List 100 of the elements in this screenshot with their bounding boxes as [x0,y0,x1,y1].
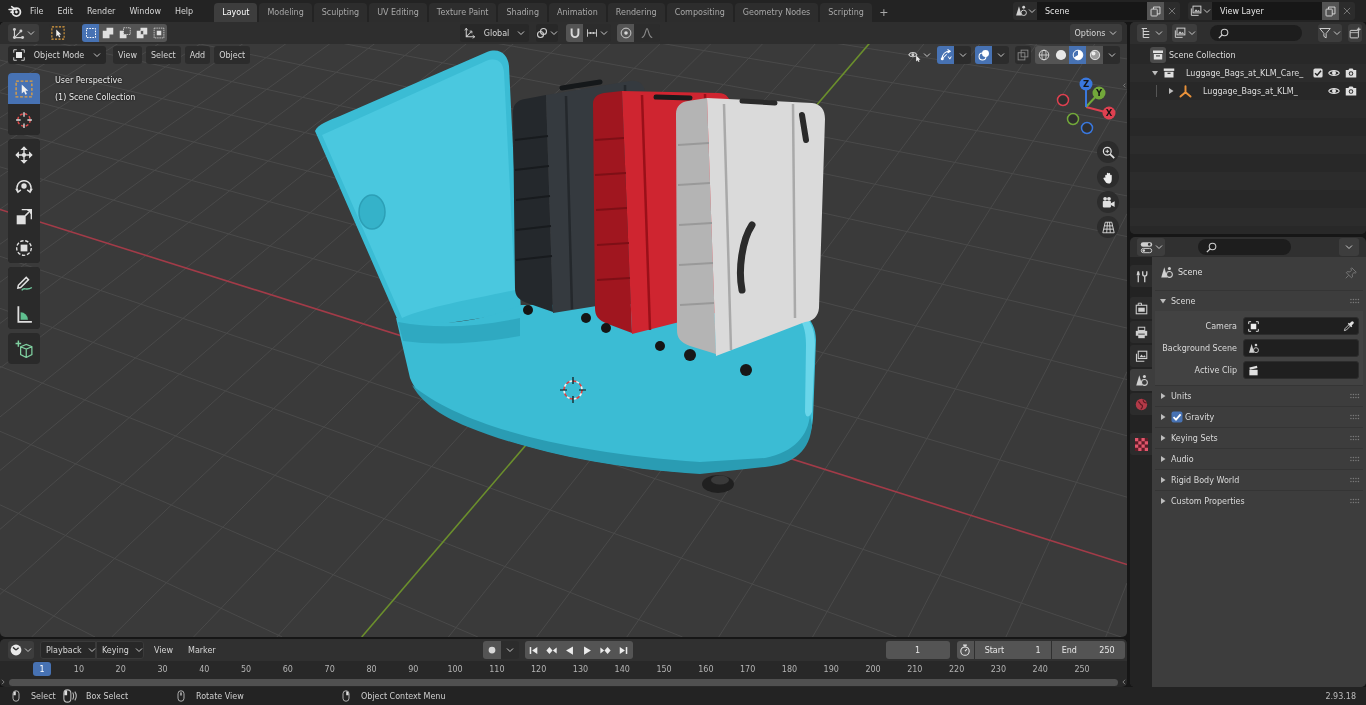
editor-type-button[interactable] [8,641,34,659]
menu-item[interactable]: Window [122,2,168,20]
menu-item[interactable]: Object [214,46,251,64]
add-cube-tool[interactable] [8,333,40,364]
jump-to-start-button[interactable] [524,641,543,659]
workspace-tab[interactable]: UV Editing [369,3,427,22]
start-frame-field[interactable]: Start 1 [974,641,1051,659]
disclosure-triangle-icon[interactable] [1151,69,1159,77]
gizmo-axis-button[interactable] [1066,112,1080,126]
options-dropdown[interactable] [1339,238,1359,256]
display-mode-dropdown[interactable] [1137,24,1167,42]
new-view-layer-button[interactable] [1322,2,1339,20]
add-workspace-button[interactable]: + [876,3,891,22]
camera-icon[interactable] [1345,85,1357,97]
checkbox[interactable] [1171,411,1183,423]
eyedropper-icon[interactable] [1343,320,1354,332]
shading-mode-button[interactable] [1086,46,1103,64]
active-tool-button[interactable] [49,24,67,42]
menu-item[interactable]: Render [79,2,123,20]
view-layer-name-field[interactable]: View Layer [1212,2,1322,20]
workspace-tab[interactable]: Rendering [607,3,665,22]
workspace-tab[interactable]: Scripting [820,3,872,22]
checkbox[interactable] [1313,68,1323,78]
texture-tab[interactable] [1130,433,1152,455]
chevron-right-icon[interactable] [0,679,6,685]
workspace-tab[interactable]: Sculpting [313,3,368,22]
outliner-item-label[interactable]: Luggage_Bags_at_KLM_ [1203,86,1298,96]
menu-item[interactable]: Help [167,2,201,20]
workspace-tab[interactable]: Modeling [259,3,312,22]
playhead-frame-marker[interactable]: 1 [33,662,51,676]
current-frame-field[interactable]: 1 [885,641,950,659]
render-tab[interactable] [1130,297,1152,319]
menu-item[interactable]: View [149,641,178,659]
scene-field[interactable] [1243,339,1359,357]
tool-tab[interactable] [1130,265,1152,287]
gizmo-axis-button[interactable]: Z [1079,77,1093,91]
options-dropdown[interactable]: Options [1070,24,1122,42]
workspace-tab[interactable]: Geometry Nodes [734,3,819,22]
timeline-scrollbar[interactable] [9,678,1118,686]
eye-icon[interactable] [1328,85,1340,97]
mode-dropdown[interactable]: Object Mode [8,46,106,64]
cursor-tool[interactable] [8,104,40,135]
annotate-tool[interactable] [8,267,40,298]
end-frame-field[interactable]: End 250 [1051,641,1125,659]
remove-scene-button[interactable] [1164,2,1180,20]
selection-mode-button[interactable] [133,24,150,42]
select-box-tool[interactable] [8,73,40,104]
snap-toggle[interactable] [566,24,583,42]
chevron-left-icon[interactable] [1121,679,1127,685]
menu-item[interactable]: Marker [183,641,221,659]
menu-item[interactable]: Select [146,46,181,64]
gizmo-axis-button[interactable]: Y [1092,86,1106,100]
shading-menu-button[interactable] [1103,46,1120,64]
editor-type-button[interactable] [1137,238,1165,256]
xray-toggle[interactable] [1015,46,1031,64]
gizmo-toggle[interactable] [937,46,954,64]
new-scene-button[interactable] [1147,2,1164,20]
overlays-menu-button[interactable] [992,46,1009,64]
camera-icon[interactable] [1345,67,1357,79]
transform-orientation-dropdown[interactable]: Global [460,24,529,42]
scene-tab[interactable] [1130,369,1152,391]
gizmo-axis-button[interactable] [1080,121,1094,135]
gizmo-axis-button[interactable]: X [1102,106,1116,120]
remove-view-layer-button[interactable] [1339,2,1355,20]
eye-icon[interactable] [1328,67,1340,79]
workspace-tab[interactable]: Shading [498,3,547,22]
selection-mode-button[interactable] [116,24,133,42]
filter-dropdown[interactable] [1318,24,1342,42]
selection-mode-button[interactable] [99,24,116,42]
outliner-item-label[interactable]: Luggage_Bags_at_KLM_Care_ [1186,68,1304,78]
editor-type-button[interactable] [8,24,39,42]
menu-item[interactable]: File [23,2,51,20]
overlays-toggle[interactable] [975,46,992,64]
view-layer-browse-button[interactable] [1188,2,1212,20]
menu-item[interactable]: View [113,46,142,64]
measure-tool[interactable] [8,298,40,329]
outliner-item-label[interactable]: Scene Collection [1169,50,1236,60]
pan-button[interactable] [1097,166,1119,188]
menu-item[interactable]: Edit [50,2,80,20]
view-layer-tab[interactable] [1130,345,1152,367]
camera-view-button[interactable] [1097,191,1119,213]
zoom-button[interactable] [1097,141,1119,163]
disclosure-triangle-icon[interactable] [1167,87,1175,95]
perspective-toggle[interactable] [1097,216,1119,238]
search-field[interactable] [1198,239,1291,255]
menu-dropdown[interactable]: Playback [40,641,96,659]
workspace-tab[interactable]: Texture Paint [428,3,497,22]
transform-tool[interactable] [8,232,40,263]
pivot-point-dropdown[interactable] [536,24,558,42]
3d-viewport[interactable]: Global Options Object Mode View Select Add Object User Perspective (1) Scene Collection X Y Z [0,22,1127,637]
auto-keying-toggle[interactable] [482,641,501,659]
chevron-left-icon[interactable] [1122,83,1127,88]
menu-dropdown[interactable]: Keying [96,641,144,659]
shading-mode-button[interactable] [1035,46,1052,64]
camera-field[interactable] [1243,317,1359,335]
workspace-tab[interactable]: Layout [214,3,258,22]
gizmo-menu-button[interactable] [954,46,971,64]
workspace-tab[interactable]: Compositing [666,3,733,22]
workspace-tab[interactable]: Animation [549,3,606,22]
selection-mode-button[interactable] [150,24,167,42]
